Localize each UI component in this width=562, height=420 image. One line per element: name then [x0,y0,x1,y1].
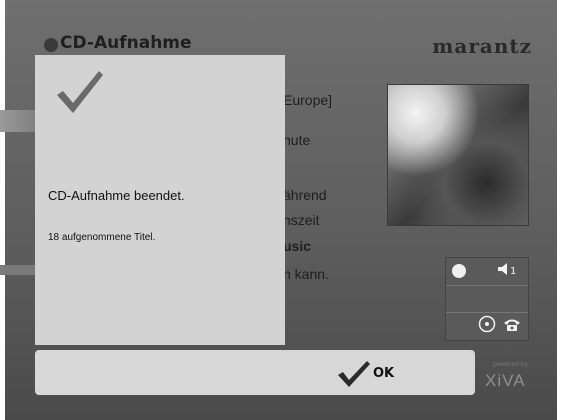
volume-level: 1 [510,266,516,277]
background-text-line: Europe] [283,92,333,108]
xiva-logo: XiVA [485,371,526,390]
disc-icon[interactable] [478,315,496,337]
status-row-disc-phone [446,312,528,338]
left-accent-stripe [0,110,40,132]
left-accent-stripe-lower [0,265,40,275]
check-icon [57,71,103,113]
background-text-line: nute [283,132,311,148]
dialog-message: CD-Aufnahme beendet. [48,188,185,203]
background-text-line: usic [283,238,312,254]
dialog-detail: 18 aufgenommene Titel. [48,232,156,243]
status-panel: 1 [445,257,529,341]
album-art-image [387,84,529,226]
record-dot-icon[interactable] [452,264,466,278]
action-bar: OK [35,350,475,395]
background-text-line: nszeit [283,212,320,228]
speaker-icon[interactable]: 1 [496,261,522,281]
status-row-record-volume: 1 [446,258,528,284]
ok-check-icon [338,361,370,387]
window-title: CD-Aufnahme [60,33,192,53]
status-row-empty [446,285,528,311]
completion-dialog: CD-Aufnahme beendet. 18 aufgenommene Tit… [35,55,285,345]
xiva-tagline: powered by [493,361,529,368]
ok-button[interactable]: OK [335,356,425,390]
phone-icon[interactable] [502,316,522,336]
background-text-line: n kann. [283,266,329,282]
brand-logo: marantz [432,34,532,58]
background-text-line: ährend [283,187,327,203]
title-indicator-icon [44,38,58,52]
ok-label: OK [373,365,395,381]
